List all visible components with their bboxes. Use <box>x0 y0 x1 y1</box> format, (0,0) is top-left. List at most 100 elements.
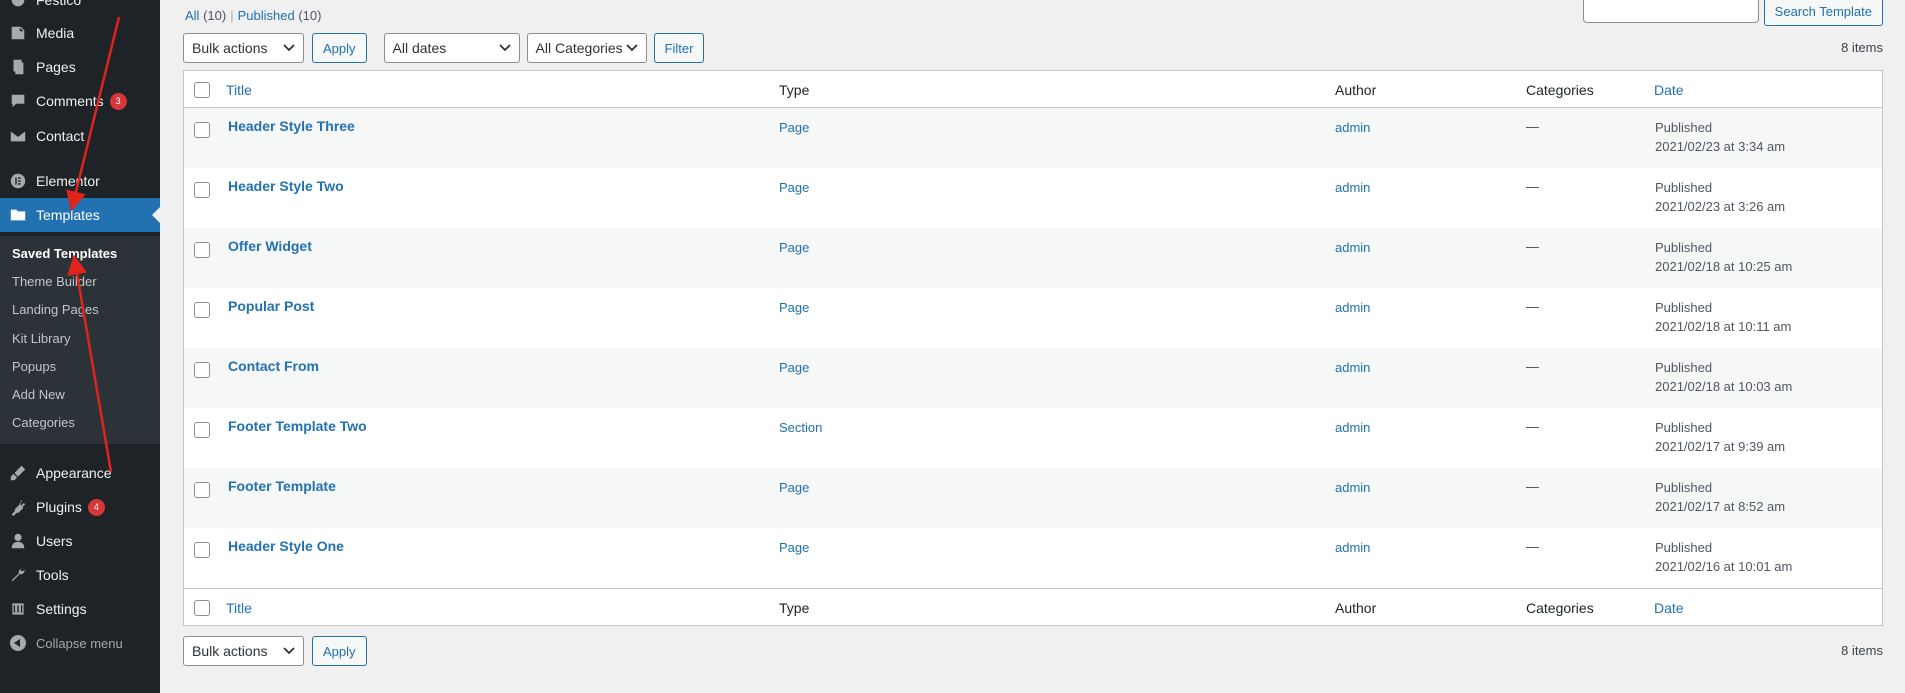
template-author-link[interactable]: admin <box>1335 300 1370 315</box>
column-title-sort[interactable]: Title <box>226 82 252 98</box>
sidebar-item-settings[interactable]: Settings <box>0 592 160 626</box>
column-date-sort[interactable]: Date <box>1654 600 1684 616</box>
main-content: All (10) | Published (10) Search Template … <box>160 0 1905 693</box>
row-checkbox[interactable] <box>194 362 210 378</box>
template-author-link[interactable]: admin <box>1335 540 1370 555</box>
table-row: Offer Widget Page admin — Published 2021/… <box>184 228 1882 288</box>
template-type-link[interactable]: Page <box>779 360 809 375</box>
row-checkbox[interactable] <box>194 182 210 198</box>
template-title-link[interactable]: Offer Widget <box>228 238 312 254</box>
template-type-link[interactable]: Page <box>779 480 809 495</box>
template-title-link[interactable]: Header Style One <box>228 538 344 554</box>
sidebar-item-appearance[interactable]: Appearance <box>0 456 160 490</box>
row-checkbox[interactable] <box>194 302 210 318</box>
table-row: Popular Post Page admin — Published 2021/… <box>184 288 1882 348</box>
table-row: Footer Template Page admin — Published 20… <box>184 468 1882 528</box>
gear-icon <box>0 0 36 9</box>
template-title-link[interactable]: Header Style Three <box>228 118 355 134</box>
sidebar-item-contact[interactable]: Contact <box>0 119 160 153</box>
template-categories: — <box>1526 419 1539 434</box>
row-checkbox[interactable] <box>194 482 210 498</box>
template-date: Published 2021/02/17 at 8:52 am <box>1655 480 1786 514</box>
select-all-checkbox[interactable] <box>194 82 210 98</box>
table-header: Title Type Author Categories Date <box>184 71 1882 108</box>
search-input[interactable] <box>1582 0 1759 23</box>
row-checkbox[interactable] <box>194 422 210 438</box>
submenu-kit-library[interactable]: Kit Library <box>12 331 71 346</box>
apply-button[interactable]: Apply <box>312 636 367 666</box>
filter-all-link[interactable]: All (10) <box>185 8 226 23</box>
template-title-link[interactable]: Footer Template <box>228 478 336 494</box>
template-author-link[interactable]: admin <box>1335 120 1370 135</box>
comments-count-badge: 3 <box>109 92 127 110</box>
search-template-button[interactable]: Search Template <box>1763 0 1883 26</box>
template-author-link[interactable]: admin <box>1335 240 1370 255</box>
template-title-link[interactable]: Popular Post <box>228 298 314 314</box>
sidebar-item-festico[interactable]: Festico <box>0 0 160 17</box>
dates-select[interactable]: All dates <box>383 33 520 63</box>
apply-button[interactable]: Apply <box>312 33 367 63</box>
template-title-link[interactable]: Contact From <box>228 358 319 374</box>
wrench-icon <box>0 566 36 584</box>
row-checkbox[interactable] <box>194 242 210 258</box>
template-categories: — <box>1526 239 1539 254</box>
template-categories: — <box>1526 539 1539 554</box>
sidebar-item-pages[interactable]: Pages <box>0 50 160 84</box>
template-type-link[interactable]: Page <box>779 300 809 315</box>
submenu-popups[interactable]: Popups <box>12 359 56 374</box>
submenu-landing-pages[interactable]: Landing Pages <box>12 302 99 317</box>
bulk-actions-select[interactable]: Bulk actions <box>183 33 304 63</box>
template-type-link[interactable]: Page <box>779 180 809 195</box>
filter-published-link[interactable]: Published (10) <box>238 8 322 23</box>
row-checkbox[interactable] <box>194 122 210 138</box>
template-categories: — <box>1526 119 1539 134</box>
collapse-menu-button[interactable]: Collapse menu <box>0 626 160 660</box>
sidebar-item-templates[interactable]: Templates <box>0 198 160 232</box>
column-title-sort[interactable]: Title <box>226 600 252 616</box>
admin-sidebar: Festico Media Pages Comments 3 Contact E… <box>0 0 160 693</box>
column-date-sort[interactable]: Date <box>1654 82 1684 98</box>
template-date: Published 2021/02/18 at 10:25 am <box>1655 240 1793 274</box>
submenu-add-new[interactable]: Add New <box>12 387 65 402</box>
table-row: Contact From Page admin — Published 2021/… <box>184 348 1882 408</box>
sidebar-item-users[interactable]: Users <box>0 524 160 558</box>
template-author-link[interactable]: admin <box>1335 360 1370 375</box>
template-date: Published 2021/02/18 at 10:03 am <box>1655 360 1793 394</box>
column-author: Author <box>1335 82 1377 98</box>
bulk-actions-select[interactable]: Bulk actions <box>183 636 304 666</box>
template-categories: — <box>1526 299 1539 314</box>
sidebar-item-tools[interactable]: Tools <box>0 558 160 592</box>
settings-icon <box>0 600 36 618</box>
select-all-checkbox[interactable] <box>194 600 210 616</box>
sidebar-item-plugins[interactable]: Plugins 4 <box>0 490 160 524</box>
search-box: Search Template <box>1582 0 1883 26</box>
template-type-link[interactable]: Section <box>779 420 822 435</box>
template-type-link[interactable]: Page <box>779 540 809 555</box>
collapse-arrow-icon <box>0 635 36 651</box>
template-author-link[interactable]: admin <box>1335 420 1370 435</box>
template-author-link[interactable]: admin <box>1335 480 1370 495</box>
template-author-link[interactable]: admin <box>1335 180 1370 195</box>
tablenav-top: Bulk actions Apply All dates All Categor… <box>183 33 705 63</box>
submenu-saved-templates[interactable]: Saved Templates <box>12 246 117 261</box>
row-checkbox[interactable] <box>194 542 210 558</box>
sidebar-item-elementor[interactable]: Elementor <box>0 164 160 198</box>
submenu-theme-builder[interactable]: Theme Builder <box>12 274 97 289</box>
categories-select[interactable]: All Categories <box>526 33 647 63</box>
template-type-link[interactable]: Page <box>779 120 809 135</box>
submenu-categories[interactable]: Categories <box>12 415 75 430</box>
template-title-link[interactable]: Header Style Two <box>228 178 344 194</box>
template-categories: — <box>1526 179 1539 194</box>
sidebar-item-comments[interactable]: Comments 3 <box>0 84 160 118</box>
template-type-link[interactable]: Page <box>779 240 809 255</box>
chevron-down-icon <box>281 40 297 56</box>
filter-button[interactable]: Filter <box>653 33 705 63</box>
table-footer: Title Type Author Categories Date <box>184 588 1882 625</box>
tablenav-bottom: Bulk actions Apply <box>183 636 367 666</box>
mail-icon <box>0 127 36 145</box>
templates-table: Title Type Author Categories Date Header… <box>183 70 1883 626</box>
template-title-link[interactable]: Footer Template Two <box>228 418 367 434</box>
plug-icon <box>0 498 36 516</box>
column-type: Type <box>779 600 810 616</box>
sidebar-item-media[interactable]: Media <box>0 16 160 50</box>
